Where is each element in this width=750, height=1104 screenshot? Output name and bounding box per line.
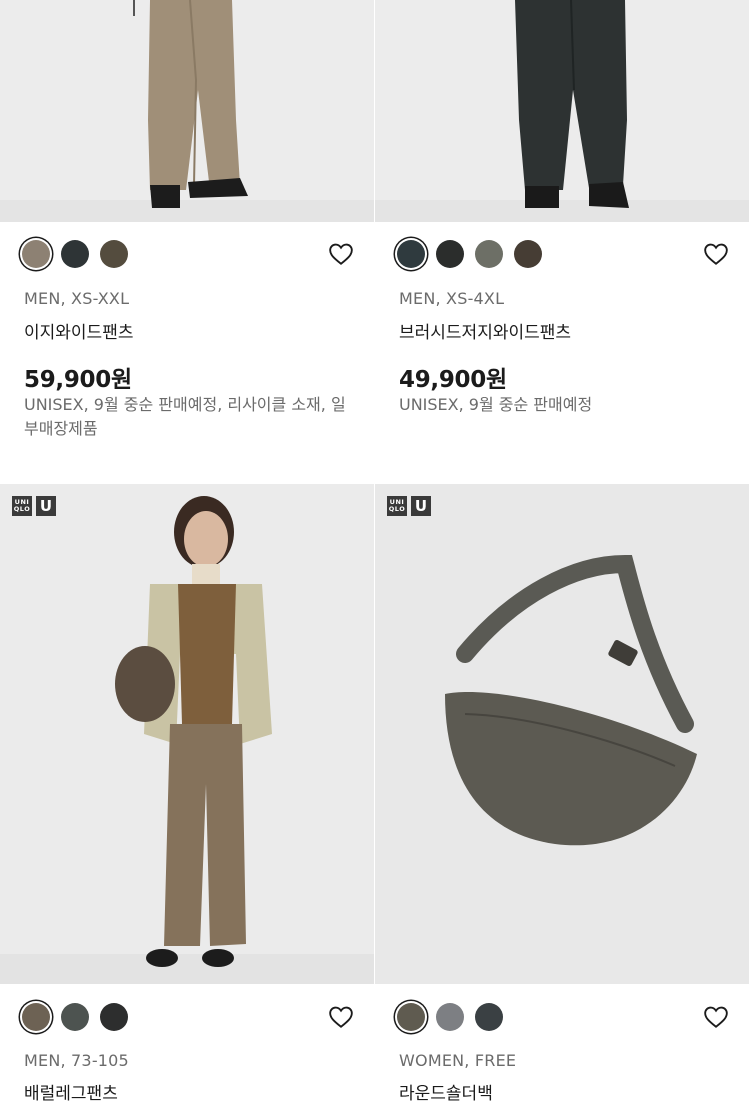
- heart-outline-icon[interactable]: [328, 241, 354, 267]
- product-note: UNISEX, 9월 중순 판매예정, 리사이클 소재, 일부매장제품: [24, 395, 346, 438]
- color-swatch[interactable]: [397, 1003, 425, 1031]
- u-logo: U: [411, 496, 431, 516]
- color-swatch[interactable]: [22, 240, 50, 268]
- uniqlo-logo: UNI QLO: [12, 496, 32, 516]
- uniqlo-u-logo: UNI QLO U: [387, 496, 431, 516]
- u-logo: U: [36, 496, 56, 516]
- product-image[interactable]: UNI QLO U: [375, 484, 749, 984]
- product-gender-size: WOMEN, FREE: [399, 1051, 517, 1070]
- heart-outline-icon[interactable]: [328, 1004, 354, 1030]
- color-swatch[interactable]: [514, 240, 542, 268]
- product-card[interactable]: MEN, XS-XXL 이지와이드팬츠 59,900원 UNISEX, 9월 중…: [0, 0, 374, 484]
- product-card[interactable]: UNI QLO U WOMEN, FREE 라운드숄더백: [375, 484, 749, 1104]
- product-image[interactable]: UNI QLO U: [0, 484, 374, 984]
- product-image[interactable]: [375, 0, 749, 222]
- product-gender-size: MEN, XS-4XL: [399, 289, 505, 308]
- product-name[interactable]: 브러시드저지와이드팬츠: [399, 318, 571, 343]
- color-swatch[interactable]: [61, 240, 89, 268]
- product-price: 49,900원: [399, 367, 507, 393]
- color-swatch[interactable]: [100, 240, 128, 268]
- color-swatch[interactable]: [436, 1003, 464, 1031]
- product-gender-size: MEN, XS-XXL: [24, 289, 130, 308]
- heart-outline-icon[interactable]: [703, 241, 729, 267]
- color-swatch[interactable]: [475, 240, 503, 268]
- product-name[interactable]: 이지와이드팬츠: [24, 318, 133, 343]
- product-grid: MEN, XS-XXL 이지와이드팬츠 59,900원 UNISEX, 9월 중…: [0, 0, 750, 1104]
- color-swatch[interactable]: [22, 1003, 50, 1031]
- color-swatch[interactable]: [397, 240, 425, 268]
- product-card[interactable]: UNI QLO U MEN, 73-105 배럴레그팬츠: [0, 484, 374, 1104]
- product-image[interactable]: [0, 0, 374, 222]
- product-card[interactable]: MEN, XS-4XL 브러시드저지와이드팬츠 49,900원 UNISEX, …: [375, 0, 749, 484]
- uniqlo-logo: UNI QLO: [387, 496, 407, 516]
- color-swatch[interactable]: [475, 1003, 503, 1031]
- color-swatch[interactable]: [436, 240, 464, 268]
- uniqlo-u-logo: UNI QLO U: [12, 496, 56, 516]
- product-note: UNISEX, 9월 중순 판매예정: [399, 395, 593, 414]
- product-name[interactable]: 배럴레그팬츠: [24, 1079, 118, 1104]
- product-name[interactable]: 라운드숄더백: [399, 1079, 493, 1104]
- color-swatch[interactable]: [61, 1003, 89, 1031]
- heart-outline-icon[interactable]: [703, 1004, 729, 1030]
- product-gender-size: MEN, 73-105: [24, 1051, 129, 1070]
- color-swatch[interactable]: [100, 1003, 128, 1031]
- product-price: 59,900원: [24, 367, 132, 393]
